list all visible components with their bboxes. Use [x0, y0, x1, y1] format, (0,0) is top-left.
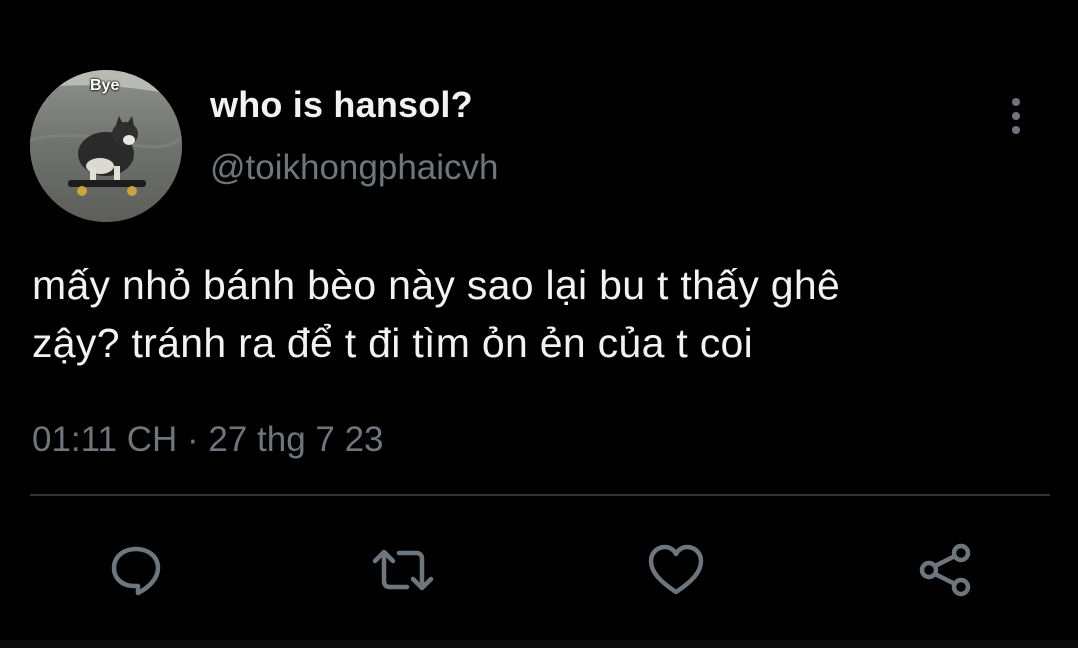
tweet-text-line: zậy? tránh ra để t đi tìm ỏn ẻn của t co…: [32, 320, 754, 366]
avatar-caption: Bye: [90, 77, 120, 94]
more-dot-icon: [1012, 112, 1020, 120]
avatar[interactable]: Bye: [30, 70, 182, 222]
retweet-button[interactable]: [368, 535, 438, 605]
reply-button[interactable]: [101, 535, 171, 605]
tweet-card: Bye who is hansol? @toikhongphaicvh mấy …: [0, 0, 1078, 648]
user-handle[interactable]: @toikhongphaicvh: [210, 148, 499, 188]
timestamp[interactable]: 01:11 CH · 27 thg 7 23: [32, 420, 384, 460]
share-icon: [919, 543, 971, 597]
reply-icon: [111, 546, 161, 596]
like-icon: [648, 544, 704, 595]
share-button[interactable]: [910, 535, 980, 605]
like-button[interactable]: [641, 535, 711, 605]
divider: [30, 494, 1050, 496]
display-name[interactable]: who is hansol?: [210, 84, 473, 126]
bottom-separator: [0, 640, 1078, 648]
more-options-button[interactable]: [1000, 96, 1032, 138]
retweet-icon: [372, 549, 434, 591]
more-dot-icon: [1012, 98, 1020, 106]
tweet-text-line: mấy nhỏ bánh bèo này sao lại bu t thấy g…: [32, 262, 841, 308]
more-dot-icon: [1012, 126, 1020, 134]
tweet-text: mấy nhỏ bánh bèo này sao lại bu t thấy g…: [32, 256, 1062, 372]
